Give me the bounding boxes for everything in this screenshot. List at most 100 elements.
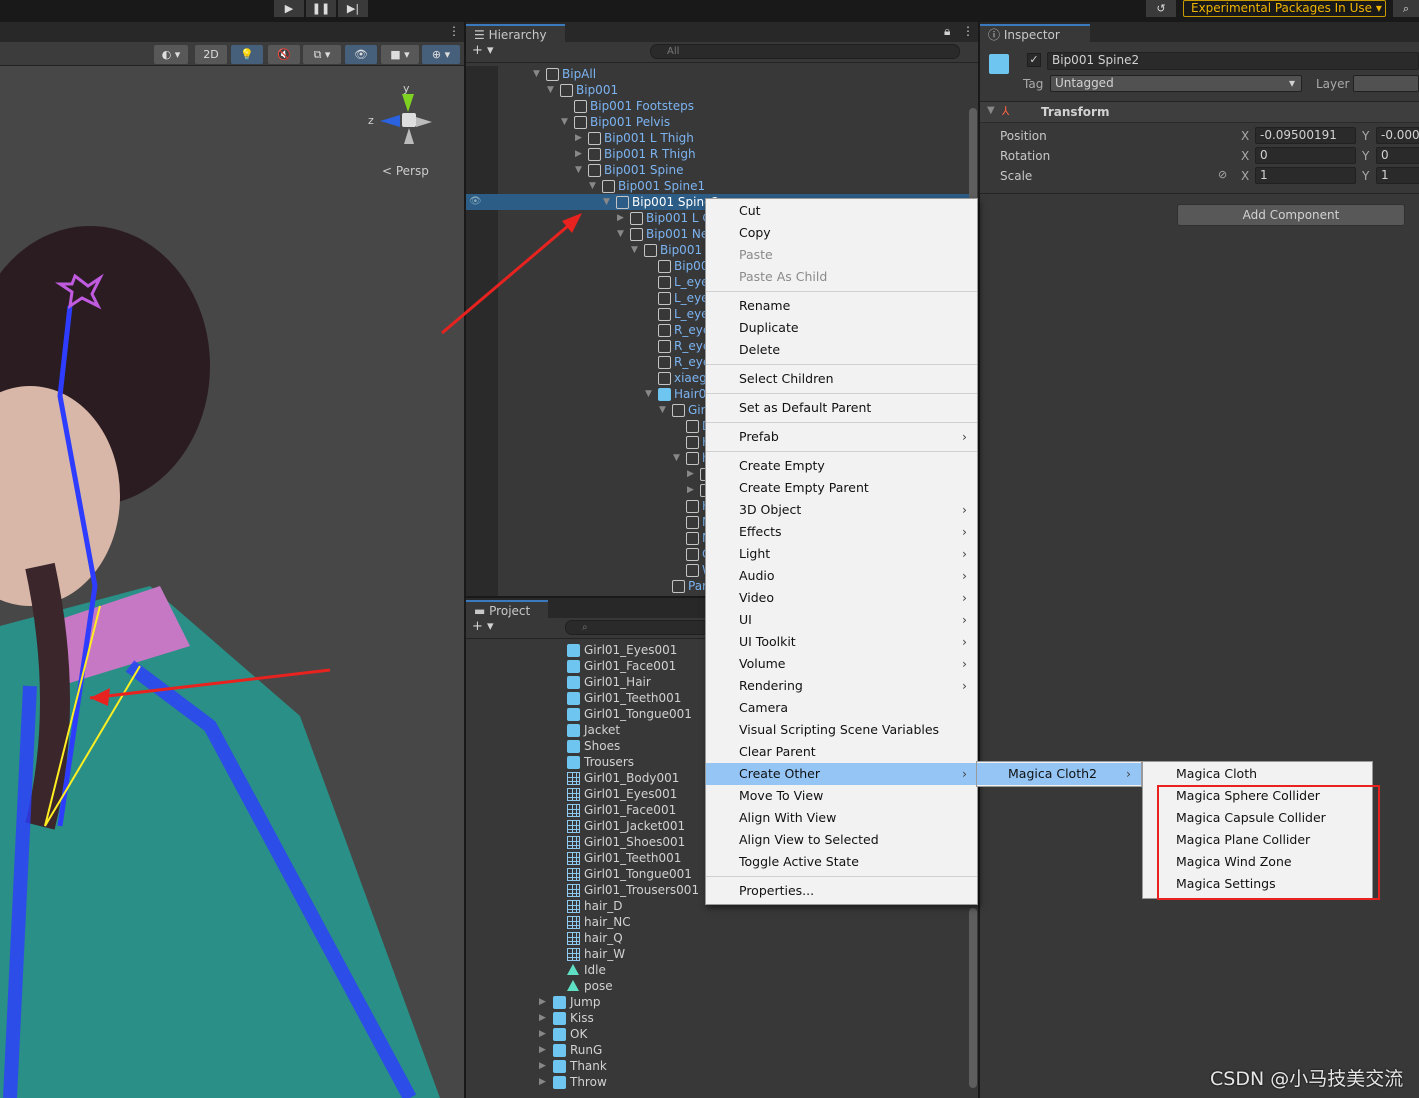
menu-item-3d-object[interactable]: 3D Object › bbox=[706, 499, 977, 521]
add-component-button[interactable]: Add Component bbox=[1177, 204, 1405, 226]
hierarchy-item[interactable]: ▼ Bip001 Pelvis bbox=[466, 114, 970, 130]
project-item[interactable]: hair_NC bbox=[466, 914, 970, 930]
menu-item-light[interactable]: Light › bbox=[706, 543, 977, 565]
collapse-arrow-icon[interactable]: ▶ bbox=[687, 482, 699, 498]
menu-item-camera[interactable]: Camera bbox=[706, 697, 977, 719]
menu-item-audio[interactable]: Audio › bbox=[706, 565, 977, 587]
project-item[interactable]: pose bbox=[466, 978, 970, 994]
hierarchy-search-input[interactable]: All bbox=[650, 44, 960, 59]
expand-arrow-icon[interactable]: ▼ bbox=[631, 242, 643, 258]
project-item[interactable]: ▶ RunG bbox=[466, 1042, 970, 1058]
scene-tool-button[interactable]: 💡 bbox=[231, 45, 263, 64]
collapse-arrow-icon[interactable]: ▶ bbox=[687, 466, 699, 482]
lock-icon[interactable]: 🔒︎ bbox=[944, 24, 950, 39]
project-item[interactable]: ▶ Kiss bbox=[466, 1010, 970, 1026]
menu-item-align-view-to-selected[interactable]: Align View to Selected bbox=[706, 829, 977, 851]
project-scrollbar[interactable] bbox=[969, 908, 977, 1088]
menu-item-delete[interactable]: Delete bbox=[706, 339, 977, 361]
hierarchy-item[interactable]: ▼ BipAll bbox=[466, 66, 970, 82]
scene-tool-button[interactable]: 2D bbox=[195, 45, 227, 64]
tag-dropdown[interactable]: Untagged ▾ bbox=[1050, 75, 1302, 92]
expand-arrow-icon[interactable]: ▼ bbox=[575, 162, 587, 178]
expand-arrow-icon[interactable]: ▼ bbox=[659, 402, 671, 418]
collapse-arrow-icon[interactable]: ▶ bbox=[617, 210, 629, 226]
project-item[interactable]: hair_W bbox=[466, 946, 970, 962]
hierarchy-item[interactable]: ▶ Bip001 R Thigh bbox=[466, 146, 970, 162]
collapse-arrow-icon[interactable]: ▶ bbox=[575, 146, 587, 162]
menu-item-toggle-active-state[interactable]: Toggle Active State bbox=[706, 851, 977, 873]
menu-item-magica-cloth2[interactable]: Magica Cloth2 › bbox=[977, 763, 1141, 785]
menu-item-set-as-default-parent[interactable]: Set as Default Parent bbox=[706, 397, 977, 419]
search-icon[interactable]: ⌕ bbox=[1393, 0, 1419, 17]
hierarchy-item[interactable]: ▼ Bip001 Spine1 bbox=[466, 178, 970, 194]
project-item[interactable]: hair_Q bbox=[466, 930, 970, 946]
menu-item-video[interactable]: Video › bbox=[706, 587, 977, 609]
object-name-field[interactable]: Bip001 Spine2 bbox=[1047, 52, 1419, 70]
menu-item-ui[interactable]: UI › bbox=[706, 609, 977, 631]
hierarchy-item[interactable]: ▼ Bip001 Spine bbox=[466, 162, 970, 178]
menu-item-copy[interactable]: Copy bbox=[706, 222, 977, 244]
play-button[interactable]: ▶ bbox=[274, 0, 304, 17]
menu-item-clear-parent[interactable]: Clear Parent bbox=[706, 741, 977, 763]
transform-x-field[interactable]: 0 bbox=[1255, 147, 1356, 164]
menu-item-ui-toolkit[interactable]: UI Toolkit › bbox=[706, 631, 977, 653]
tab-hierarchy[interactable]: ☰ Hierarchy bbox=[466, 24, 565, 42]
hierarchy-item[interactable]: ▶ Bip001 L Thigh bbox=[466, 130, 970, 146]
project-item[interactable]: ▶ OK bbox=[466, 1026, 970, 1042]
scene-tool-button[interactable]: ■ ▾ bbox=[381, 45, 419, 64]
hierarchy-item[interactable]: Bip001 Footsteps bbox=[466, 98, 970, 114]
transform-header[interactable]: ▼ ⅄ Transform bbox=[980, 101, 1419, 123]
experimental-packages-button[interactable]: Experimental Packages In Use ▾ bbox=[1183, 0, 1386, 17]
menu-item-volume[interactable]: Volume › bbox=[706, 653, 977, 675]
scene-tool-button[interactable]: ◐ ▾ bbox=[154, 45, 188, 64]
menu-item-align-with-view[interactable]: Align With View bbox=[706, 807, 977, 829]
step-button[interactable]: ▶| bbox=[338, 0, 368, 17]
menu-item-cut[interactable]: Cut bbox=[706, 200, 977, 222]
transform-x-field[interactable]: -0.09500191 bbox=[1255, 127, 1356, 144]
collapse-arrow-icon[interactable]: ▶ bbox=[539, 1042, 551, 1058]
transform-x-field[interactable]: 1 bbox=[1255, 167, 1356, 184]
tab-inspector[interactable]: ⓘ Inspector bbox=[980, 24, 1090, 42]
menu-item-properties[interactable]: Properties... bbox=[706, 880, 977, 902]
hierarchy-item[interactable]: ▼ Bip001 bbox=[466, 82, 970, 98]
create-button[interactable]: + ▾ bbox=[472, 619, 494, 634]
expand-arrow-icon[interactable]: ▼ bbox=[533, 66, 545, 82]
transform-y-field[interactable]: -0.000 bbox=[1376, 127, 1419, 144]
project-item[interactable]: ▶ Thank bbox=[466, 1058, 970, 1074]
collapse-arrow-icon[interactable]: ▶ bbox=[575, 130, 587, 146]
orientation-gizmo[interactable]: y z < Persp bbox=[368, 82, 440, 182]
expand-arrow-icon[interactable]: ▼ bbox=[561, 114, 573, 130]
project-item[interactable]: ▶ Throw bbox=[466, 1074, 970, 1090]
active-checkbox[interactable]: ✓ bbox=[1027, 53, 1041, 67]
constrain-proportions-icon[interactable]: ⊘ bbox=[1218, 168, 1227, 181]
menu-item-create-other[interactable]: Create Other › bbox=[706, 763, 977, 785]
menu-item-visual-scripting-scene-variables[interactable]: Visual Scripting Scene Variables bbox=[706, 719, 977, 741]
menu-item-rendering[interactable]: Rendering › bbox=[706, 675, 977, 697]
scene-tool-button[interactable]: 👁 bbox=[345, 45, 377, 64]
collapse-arrow-icon[interactable]: ▶ bbox=[539, 1010, 551, 1026]
expand-arrow-icon[interactable]: ▼ bbox=[645, 386, 657, 402]
expand-arrow-icon[interactable]: ▼ bbox=[547, 82, 559, 98]
create-button[interactable]: + ▾ bbox=[472, 43, 494, 58]
scene-tool-button[interactable]: ⧉ ▾ bbox=[303, 45, 341, 64]
menu-item-select-children[interactable]: Select Children bbox=[706, 368, 977, 390]
menu-item-rename[interactable]: Rename bbox=[706, 295, 977, 317]
scene-view[interactable]: ⋮ ◐ ▾ 2D 💡 🔇 ⧉ ▾ 👁 ■ ▾ ⊕ ▾ y z < Persp bbox=[0, 22, 464, 1098]
expand-arrow-icon[interactable]: ▼ bbox=[603, 194, 615, 210]
menu-item-prefab[interactable]: Prefab › bbox=[706, 426, 977, 448]
menu-item-move-to-view[interactable]: Move To View bbox=[706, 785, 977, 807]
project-item[interactable]: ▶ Jump bbox=[466, 994, 970, 1010]
tab-project[interactable]: ▬ Project bbox=[466, 600, 549, 618]
menu-item-create-empty-parent[interactable]: Create Empty Parent bbox=[706, 477, 977, 499]
project-item[interactable]: Idle bbox=[466, 962, 970, 978]
menu-item-duplicate[interactable]: Duplicate bbox=[706, 317, 977, 339]
menu-item-create-empty[interactable]: Create Empty bbox=[706, 455, 977, 477]
more-icon[interactable]: ⋮ bbox=[962, 24, 974, 38]
layer-dropdown[interactable] bbox=[1353, 75, 1419, 92]
collapse-arrow-icon[interactable]: ▶ bbox=[539, 994, 551, 1010]
expand-arrow-icon[interactable]: ▼ bbox=[589, 178, 601, 194]
scene-tool-button[interactable]: 🔇 bbox=[268, 45, 300, 64]
collapse-arrow-icon[interactable]: ▶ bbox=[539, 1026, 551, 1042]
scene-tool-button[interactable]: ⊕ ▾ bbox=[422, 45, 460, 64]
pause-button[interactable]: ❚❚ bbox=[306, 0, 336, 17]
